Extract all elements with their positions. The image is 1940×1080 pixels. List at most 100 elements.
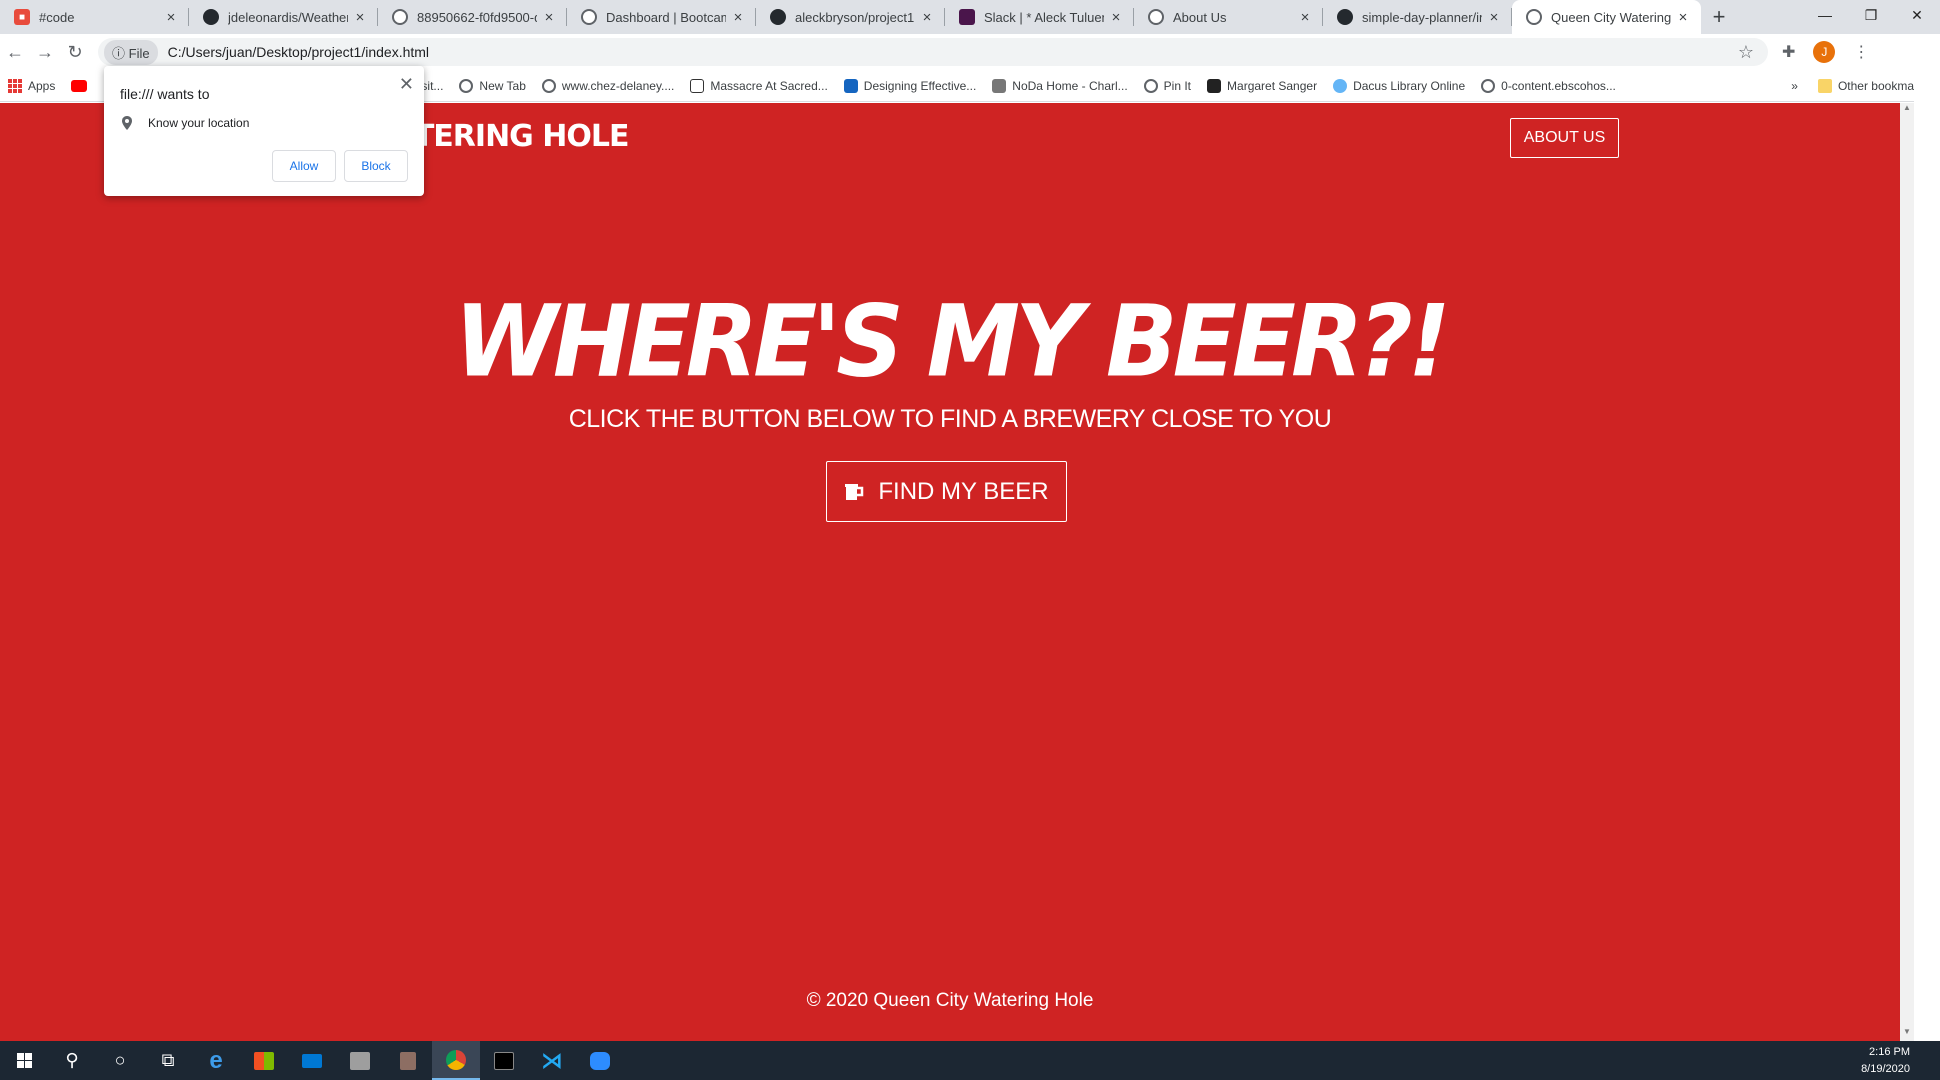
page-scrollbar[interactable]: ▲ ▼ — [1900, 103, 1914, 1041]
close-window-icon[interactable]: ✕ — [1894, 0, 1940, 30]
tab-queen-city[interactable]: Queen City Watering H × — [1512, 0, 1701, 34]
tab-title: jdeleonardis/Weather-D — [228, 9, 348, 25]
co-icon — [1207, 78, 1222, 93]
tab-title: Slack | * Aleck Tuluengo — [984, 9, 1104, 25]
location-permission-popup: file:/// wants to ✕ Know your location A… — [104, 66, 424, 196]
clock-date: 8/19/2020 — [1861, 1062, 1910, 1075]
github-icon — [770, 9, 786, 25]
bookmark-margaret-sanger[interactable]: Margaret Sanger — [1207, 78, 1317, 93]
task-view-icon[interactable]: ⧉ — [144, 1041, 192, 1080]
about-us-button[interactable]: ABOUT US — [1510, 118, 1619, 158]
close-icon[interactable]: × — [730, 9, 746, 26]
window-controls: — ❐ ✕ — [1802, 0, 1940, 34]
block-button[interactable]: Block — [344, 150, 408, 182]
bookmark-label: New Tab — [479, 78, 526, 93]
back-icon[interactable]: ← — [0, 42, 30, 63]
close-icon[interactable]: × — [352, 9, 368, 26]
edge-icon[interactable]: e — [192, 1041, 240, 1080]
reload-icon[interactable]: ↻ — [60, 42, 90, 63]
tab-slack[interactable]: Slack | * Aleck Tuluengo × — [945, 0, 1134, 34]
cortana-icon[interactable]: ○ — [96, 1041, 144, 1080]
youtube-icon — [71, 79, 88, 92]
terminal-icon[interactable] — [480, 1041, 528, 1080]
restore-icon[interactable]: ❐ — [1848, 0, 1894, 30]
hero-subtitle: CLICK THE BUTTON BELOW TO FIND A BREWERY… — [568, 405, 1332, 433]
tab-image[interactable]: 88950662-f0fd9500-d2 × — [378, 0, 567, 34]
clock-time: 2:16 PM — [1869, 1045, 1910, 1058]
close-icon[interactable]: × — [541, 9, 557, 26]
tab-dashboard[interactable]: Dashboard | Bootcamp × — [567, 0, 756, 34]
scroll-up-icon[interactable]: ▲ — [1900, 103, 1914, 117]
globe-icon — [581, 9, 597, 25]
bookmark-youtube[interactable] — [71, 79, 93, 92]
bookmark-label: 0-content.ebscohos... — [1501, 78, 1616, 93]
find-my-beer-button[interactable]: FIND MY BEER — [826, 461, 1067, 522]
tab-strip: ■ #code × jdeleonardis/Weather-D × 88950… — [0, 0, 1940, 34]
tab-about-us[interactable]: About Us × — [1134, 0, 1323, 34]
close-icon[interactable]: × — [163, 9, 179, 26]
allow-button[interactable]: Allow — [272, 150, 336, 182]
close-icon[interactable]: ✕ — [399, 74, 414, 95]
bookmark-pin-it[interactable]: Pin It — [1143, 78, 1192, 93]
start-button[interactable] — [0, 1041, 48, 1080]
bookmarks-overflow-button[interactable]: » — [1791, 79, 1798, 93]
globe-icon — [459, 78, 474, 93]
code-icon: ■ — [14, 9, 30, 25]
zoom-icon[interactable] — [576, 1041, 624, 1080]
hero-title: WHERE'S MY BEER?! — [454, 285, 1451, 400]
bookmark-label: Apps — [28, 78, 56, 93]
location-pin-icon — [122, 116, 132, 130]
bookmark-ebsco[interactable]: 0-content.ebscohos... — [1481, 78, 1616, 93]
mail-icon[interactable] — [288, 1041, 336, 1080]
tab-project1[interactable]: aleckbryson/project1 × — [756, 0, 945, 34]
close-icon[interactable]: × — [1675, 9, 1691, 26]
windows-logo-icon — [16, 1053, 32, 1068]
vscode-icon[interactable]: ⋊ — [528, 1041, 576, 1080]
bookmark-label: Massacre At Sacred... — [710, 78, 828, 93]
close-icon[interactable]: × — [1297, 9, 1313, 26]
forward-icon[interactable]: → — [30, 42, 60, 63]
tab-title: Queen City Watering H — [1551, 9, 1671, 25]
bookmark-noda[interactable]: NoDa Home - Charl... — [992, 78, 1128, 93]
minimize-icon[interactable]: — — [1802, 0, 1848, 30]
extensions-icon[interactable]: ✚ — [1782, 42, 1795, 62]
close-icon[interactable]: × — [1486, 9, 1502, 26]
bookmark-new-tab[interactable]: New Tab — [459, 78, 526, 93]
tab-title: About Us — [1173, 9, 1227, 25]
close-icon[interactable]: × — [1108, 9, 1124, 26]
address-bar[interactable]: ⓘ File C:/Users/juan/Desktop/project1/in… — [98, 38, 1768, 66]
tab-title: Dashboard | Bootcamp — [606, 9, 726, 25]
system-clock[interactable]: 2:16 PM 8/19/2020 — [1861, 1044, 1910, 1078]
bookmark-apps[interactable]: Apps — [8, 78, 56, 93]
globe-icon — [1481, 78, 1496, 93]
tab-weather[interactable]: jdeleonardis/Weather-D × — [189, 0, 378, 34]
tab-day-planner[interactable]: simple-day-planner/ind × — [1323, 0, 1512, 34]
browser-toolbar: ← → ↻ ⓘ File C:/Users/juan/Desktop/proje… — [0, 34, 1940, 70]
slack-icon — [959, 9, 975, 25]
printer-icon[interactable] — [336, 1041, 384, 1080]
app-icon[interactable] — [384, 1041, 432, 1080]
bookmark-massacre[interactable]: Massacre At Sacred... — [690, 78, 828, 93]
side-panel-edge — [1914, 34, 1940, 1041]
sn-icon — [690, 78, 705, 93]
bookmark-label: Pin It — [1163, 78, 1192, 93]
folder-icon — [1817, 78, 1832, 93]
tab-code[interactable]: ■ #code × — [0, 0, 189, 34]
profile-avatar[interactable]: J — [1813, 41, 1836, 63]
github-icon — [1337, 9, 1353, 25]
site-info-chip[interactable]: ⓘ File — [104, 39, 158, 65]
bookmark-designing[interactable]: Designing Effective... — [843, 78, 976, 93]
store-icon[interactable] — [240, 1041, 288, 1080]
bookmark-dacus[interactable]: Dacus Library Online — [1333, 78, 1465, 93]
page-content: QUEEN CITY WATERING HOLE ABOUT US WHERE'… — [0, 103, 1900, 1041]
new-tab-button[interactable]: + — [1701, 0, 1737, 34]
search-icon[interactable]: ⚲ — [48, 1041, 96, 1080]
chrome-icon[interactable] — [432, 1041, 480, 1080]
bookmark-star-icon[interactable]: ☆ — [1738, 42, 1754, 63]
scroll-down-icon[interactable]: ▼ — [1900, 1027, 1914, 1041]
close-icon[interactable]: × — [919, 9, 935, 26]
bookmark-chez-delaney[interactable]: www.chez-delaney.... — [541, 78, 674, 93]
cloud-icon — [1333, 78, 1348, 93]
menu-icon[interactable]: ⋮ — [1853, 42, 1869, 62]
toolbar-actions: ✚ J ⋮ — [1782, 41, 1869, 63]
